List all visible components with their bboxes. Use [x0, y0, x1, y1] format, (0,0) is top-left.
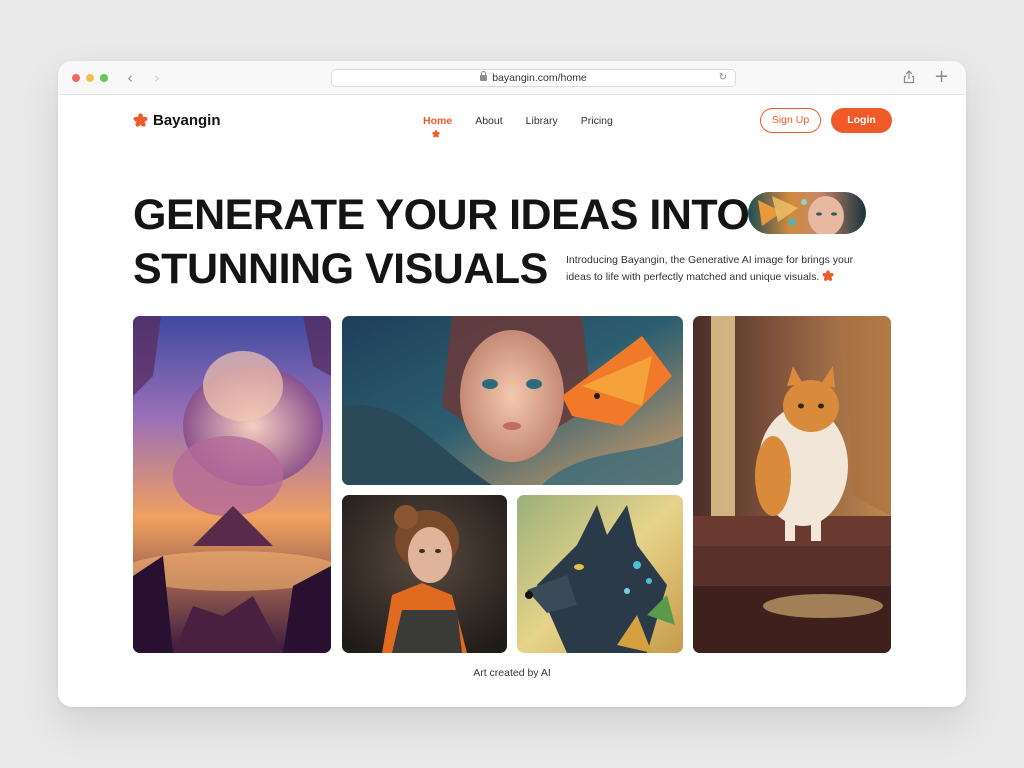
gallery-image-girl-portrait[interactable] [342, 495, 507, 653]
browser-toolbar: ‹ › bayangin.com/home ↻ + [58, 61, 966, 95]
main-nav: Home About Library Pricing [423, 115, 636, 138]
active-indicator-icon [432, 130, 440, 138]
address-bar[interactable]: bayangin.com/home ↻ [331, 69, 736, 87]
nav-item-home[interactable]: Home [423, 115, 452, 127]
brand-name: Bayangin [153, 112, 221, 129]
flower-icon [822, 270, 834, 281]
gallery-image-wolf[interactable] [517, 495, 683, 653]
url-text: bayangin.com/home [492, 72, 587, 84]
browser-window: ‹ › bayangin.com/home ↻ + Bayangin Home … [58, 61, 966, 707]
lock-icon [480, 71, 488, 81]
reload-icon[interactable]: ↻ [719, 70, 727, 86]
flower-logo-icon [133, 113, 148, 127]
brand[interactable]: Bayangin [133, 112, 221, 129]
nav-item-about[interactable]: About [475, 115, 502, 127]
hero-intro: Introducing Bayangin, the Generative AI … [566, 252, 866, 286]
share-icon[interactable] [903, 70, 915, 84]
login-button[interactable]: Login [831, 108, 892, 133]
hero-headline-line-2: STUNNING VISUALS [133, 245, 548, 293]
minimize-window-button[interactable] [86, 74, 94, 82]
new-tab-icon[interactable]: + [934, 67, 949, 87]
back-arrow-icon[interactable]: ‹ [122, 69, 138, 87]
gallery-image-volcano[interactable] [133, 316, 331, 653]
signup-button[interactable]: Sign Up [760, 108, 821, 133]
nav-item-pricing[interactable]: Pricing [581, 115, 613, 127]
website: Bayangin Home About Library Pricing Sign… [58, 96, 966, 707]
hero-pill-image [748, 192, 866, 234]
gallery-image-cat[interactable] [693, 316, 891, 653]
nav-item-library[interactable]: Library [526, 115, 558, 127]
hero-headline-line-1: GENERATE YOUR IDEAS INTO [133, 191, 750, 239]
maximize-window-button[interactable] [100, 74, 108, 82]
close-window-button[interactable] [72, 74, 80, 82]
gallery-image-girl-bird[interactable] [342, 316, 683, 485]
hero-intro-text: Introducing Bayangin, the Generative AI … [566, 254, 854, 283]
gallery-caption: Art created by AI [473, 667, 551, 679]
forward-arrow-icon[interactable]: › [149, 69, 165, 87]
